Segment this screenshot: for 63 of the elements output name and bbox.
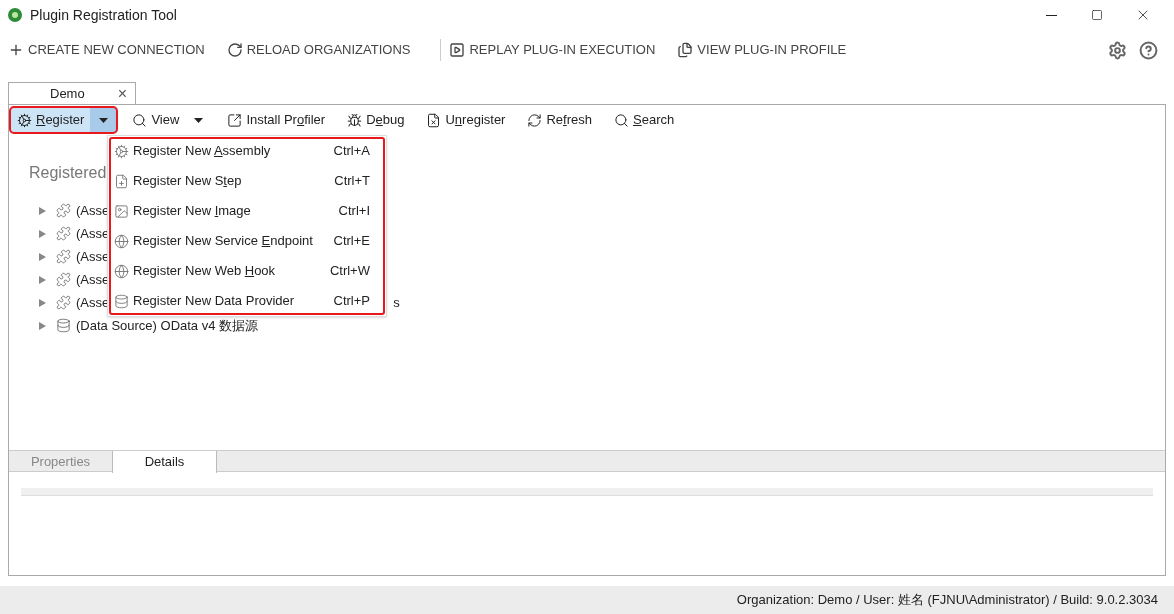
connection-tab[interactable]: Demo × (8, 82, 136, 104)
menu-item[interactable]: Register New Assembly Ctrl+A (108, 136, 386, 166)
image-icon (114, 203, 129, 219)
puzzle-icon (56, 203, 71, 218)
bug-icon (347, 112, 363, 128)
close-tab-button[interactable]: × (117, 85, 127, 102)
menu-item[interactable]: Register New Service Endpoint Ctrl+E (108, 226, 386, 256)
window-title: Plugin Registration Tool (30, 5, 177, 25)
puzzle-icon (56, 295, 71, 310)
command-button[interactable]: REPLAY PLUG-IN EXECUTION (449, 40, 656, 60)
toolbar-button[interactable]: Refresh (521, 108, 598, 132)
gear-icon (17, 112, 32, 128)
play-icon (449, 42, 466, 58)
documents-icon (677, 42, 694, 58)
menu-item[interactable]: Register New Data Provider Ctrl+P (108, 286, 386, 316)
pane-tab[interactable]: Details (113, 451, 217, 473)
command-button[interactable]: VIEW PLUG-IN PROFILE (677, 40, 847, 60)
globe-icon (114, 263, 129, 279)
menu-item[interactable]: Register New Web Hook Ctrl+W (108, 256, 386, 286)
puzzle-icon (56, 226, 71, 241)
toolbar-button[interactable]: View (126, 108, 186, 132)
search-icon (614, 112, 629, 128)
settings-icon[interactable] (1108, 40, 1127, 60)
file-plus-icon (114, 173, 129, 189)
database-icon (56, 318, 71, 333)
caret-icon (98, 117, 108, 123)
dropdown-button[interactable] (90, 108, 117, 132)
menu-item[interactable]: Register New Step Ctrl+T (108, 166, 386, 196)
export-icon (227, 112, 243, 128)
menu-item[interactable]: Register New Image Ctrl+I (108, 196, 386, 226)
app-logo-icon (8, 8, 22, 22)
toolbar-button[interactable]: Register (11, 108, 91, 132)
puzzle-icon (56, 249, 71, 264)
gear-icon (114, 143, 129, 159)
toolbar-button[interactable]: Install Profiler (221, 108, 332, 132)
reload-icon (226, 42, 243, 58)
magnifier-icon (132, 112, 148, 128)
tree-item-label-end: s (393, 293, 400, 312)
tree-item-label[interactable]: (Data Source) OData v4 数据源 (76, 315, 259, 336)
tab-label: Demo (50, 84, 85, 103)
puzzle-icon (56, 272, 71, 287)
expand-arrow-icon[interactable] (39, 229, 46, 238)
database-icon (114, 293, 129, 309)
toolbar-button[interactable]: Unregister (420, 108, 512, 132)
file-x-icon (426, 112, 442, 128)
toolbar-button[interactable]: Debug (341, 108, 411, 132)
expand-arrow-icon[interactable] (39, 321, 46, 330)
minimize-icon (1045, 14, 1057, 16)
command-button[interactable]: RELOAD ORGANIZATIONS (226, 40, 411, 60)
plus-icon (8, 42, 24, 58)
help-icon[interactable] (1139, 40, 1158, 60)
refresh-icon (527, 112, 543, 128)
expand-arrow-icon[interactable] (39, 275, 46, 284)
toolbar-button[interactable]: Search (608, 108, 681, 132)
caret-icon (193, 117, 203, 123)
tree-heading: Registered (29, 163, 107, 183)
globe-icon (114, 233, 129, 249)
expand-arrow-icon[interactable] (39, 206, 46, 215)
command-button[interactable]: CREATE NEW CONNECTION (8, 40, 205, 60)
expand-arrow-icon[interactable] (39, 298, 46, 307)
expand-arrow-icon[interactable] (39, 252, 46, 261)
status-text: Organization: Demo / User: 姓名 (FJNU\Administrator) / Build: 9.0.2.3034 (736, 591, 1158, 610)
maximize-icon (1091, 9, 1103, 21)
